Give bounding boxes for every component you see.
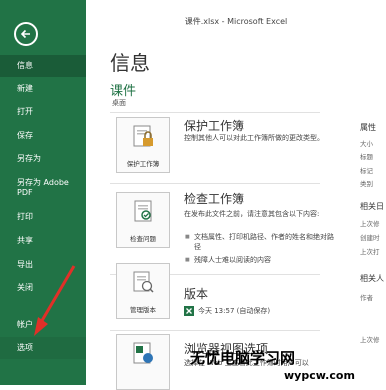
property-label: 标题 bbox=[360, 153, 373, 161]
section-title-protect: 保护工作簿 bbox=[184, 119, 245, 133]
inspect-bullet-text: 残障人士难以阅读的内容 bbox=[194, 256, 271, 264]
sidebar-item-open[interactable]: 打开 bbox=[0, 101, 86, 123]
sidebar-item-new[interactable]: 新建 bbox=[0, 78, 86, 100]
browser-view-icon bbox=[133, 342, 153, 364]
backstage-sidebar: 信息 新建 打开 保存 另存为 另存为 Adobe PDF 打印 共享 导出 关… bbox=[0, 0, 86, 385]
page-title: 信息 bbox=[110, 51, 150, 75]
file-name: 课件 bbox=[110, 84, 137, 99]
inspect-bullet-text: 文档属性、打印机路径、作者的姓名和绝对路径 bbox=[194, 233, 334, 251]
protect-workbook-button-label: 保护工作簿 bbox=[126, 160, 160, 168]
sidebar-item-save-as-pdf[interactable]: 另存为 Adobe PDF bbox=[0, 172, 80, 204]
inspect-document-icon bbox=[134, 200, 152, 222]
arrow-left-icon bbox=[20, 29, 30, 39]
property-label: 标记 bbox=[360, 167, 373, 175]
section-title-inspect: 检查工作簿 bbox=[184, 192, 245, 206]
sidebar-item-share[interactable]: 共享 bbox=[0, 230, 86, 252]
section-text-inspect: 在发布此文件之前，请注意其包含以下内容: bbox=[184, 210, 320, 218]
last-modified-label: 上次修 bbox=[360, 336, 380, 344]
date-label: 上次打 bbox=[360, 248, 380, 256]
divider bbox=[110, 112, 320, 113]
section-title-versions: 版本 bbox=[184, 287, 209, 301]
inspect-bullet: 文档属性、打印机路径、作者的姓名和绝对路径 bbox=[185, 232, 336, 252]
version-entry[interactable]: 今天 13:57 (自动保存) bbox=[198, 306, 348, 316]
manage-versions-button-label: 管理版本 bbox=[130, 306, 156, 314]
people-label: 作者 bbox=[360, 294, 373, 302]
related-people-header: 相关人 bbox=[360, 274, 384, 283]
sidebar-item-print[interactable]: 打印 bbox=[0, 206, 86, 228]
property-label: 大小 bbox=[360, 140, 373, 148]
manage-versions-button[interactable]: 管理版本 bbox=[116, 263, 170, 319]
divider bbox=[110, 183, 320, 184]
inspect-bullet: 残障人士难以阅读的内容 bbox=[185, 255, 336, 265]
sidebar-item-save[interactable]: 保存 bbox=[0, 125, 86, 147]
versions-icon bbox=[133, 271, 154, 293]
watermark-url: wypcw.com bbox=[284, 369, 355, 382]
properties-panel: 属性 大小 标题 标记 类别 相关日 上次修 创建时 上次打 相关人 作者 上次… bbox=[360, 0, 386, 385]
section-text-protect: 控制其他人可以对此工作簿所做的更改类型。 bbox=[184, 134, 324, 142]
window-title: 课件.xlsx - Microsoft Excel bbox=[184, 17, 288, 26]
excel-file-icon bbox=[184, 306, 194, 316]
watermark-title: 无忧电脑学习网 bbox=[190, 349, 296, 367]
date-label: 创建时 bbox=[360, 234, 380, 242]
backstage-main: 课件.xlsx - Microsoft Excel 信息 课件 桌面 保护工作簿… bbox=[86, 0, 386, 390]
property-label: 类别 bbox=[360, 180, 373, 188]
red-arrow-annotation bbox=[34, 265, 76, 336]
sidebar-item-info[interactable]: 信息 bbox=[0, 55, 86, 77]
sidebar-item-save-as[interactable]: 另存为 bbox=[0, 148, 86, 170]
file-location: 桌面 bbox=[112, 99, 126, 107]
date-label: 上次修 bbox=[360, 220, 380, 228]
check-issues-button[interactable]: 检查问题 bbox=[116, 192, 170, 248]
back-button[interactable] bbox=[14, 22, 38, 46]
browser-view-options-button[interactable] bbox=[116, 334, 170, 390]
related-dates-header: 相关日 bbox=[360, 202, 384, 211]
properties-header[interactable]: 属性 bbox=[360, 122, 376, 133]
protect-workbook-button[interactable]: 保护工作簿 bbox=[116, 117, 170, 173]
check-issues-button-label: 检查问题 bbox=[130, 235, 156, 243]
lock-icon bbox=[133, 125, 153, 147]
divider bbox=[110, 330, 320, 331]
